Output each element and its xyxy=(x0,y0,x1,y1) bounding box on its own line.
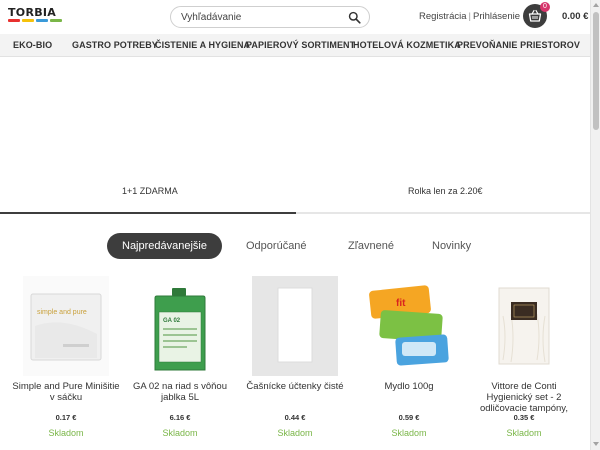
cart-count-badge: 0 xyxy=(540,2,550,12)
logo-text: TORBIA xyxy=(8,6,57,19)
scroll-down-arrow-icon[interactable] xyxy=(593,442,599,446)
slide-tab-2[interactable]: Rolka len za 2.20€ xyxy=(408,186,483,196)
tab-najpredavanejsie[interactable]: Najpredávanejšie xyxy=(107,233,222,259)
main-nav: EKO-BIO GASTRO POTREBY ČISTENIE A HYGIEN… xyxy=(0,34,590,57)
account-separator: | xyxy=(468,11,471,22)
nav-item-hotelova-kozmetika[interactable]: HOTELOVÁ KOZMETIKA xyxy=(353,40,461,50)
stock-status: Skladom xyxy=(162,428,198,438)
logo-bar-red xyxy=(8,19,20,22)
nav-item-papierovy-sortiment[interactable]: PAPIEROVÝ SORTIMENT xyxy=(246,40,355,50)
product-image[interactable]: simple and pure xyxy=(23,276,109,376)
product-image[interactable]: fit xyxy=(366,276,452,376)
product-image[interactable] xyxy=(481,276,567,376)
sachet-brand-text: simple and pure xyxy=(37,309,87,316)
stock-status: Skladom xyxy=(391,428,427,438)
page-scrollbar[interactable] xyxy=(590,0,600,450)
product-image[interactable] xyxy=(252,276,338,376)
stock-status: Skladom xyxy=(48,428,84,438)
nav-item-cistenie-a-hygiena[interactable]: ČISTENIE A HYGIENA xyxy=(155,40,250,50)
logo-bar-blue xyxy=(36,19,48,22)
product-name[interactable]: Vittore de Conti Hygienický set - 2 odli… xyxy=(470,381,578,414)
canister-label-text: GA 02 xyxy=(163,318,181,324)
product-name[interactable]: Simple and Pure Minišitie v sáčku xyxy=(12,381,120,403)
product-name[interactable]: Čašnícke účtenky čisté xyxy=(241,381,349,392)
hygiene-set-image xyxy=(481,276,567,376)
nav-item-gastro-potreby[interactable]: GASTRO POTREBY xyxy=(72,40,158,50)
cart-total[interactable]: 0.00 € xyxy=(562,11,588,22)
search-icon[interactable] xyxy=(348,11,361,24)
nav-item-eko-bio[interactable]: EKO-BIO xyxy=(13,40,52,50)
canister-image: GA 02 xyxy=(137,276,223,376)
banner-slider: 1+1 ZDARMA Rolka len za 2.20€ xyxy=(0,57,590,214)
soap-image: fit xyxy=(366,276,452,376)
slider-progress-active xyxy=(0,212,296,214)
logo-color-bars xyxy=(8,19,62,22)
logo-bar-green xyxy=(50,19,62,22)
search-box xyxy=(170,6,370,28)
account-links: Registrácia | Prihlásenie xyxy=(419,11,520,22)
stock-status: Skladom xyxy=(277,428,313,438)
site-header: TORBIA Registrácia|Prihlásenie 0 0.00 € xyxy=(0,0,590,34)
scrollbar-thumb[interactable] xyxy=(593,12,599,130)
product-price: 0.59 € xyxy=(398,413,420,422)
register-link[interactable]: Registrácia xyxy=(419,11,467,22)
tab-odporucane[interactable]: Odporúčané xyxy=(246,233,307,259)
product-price: 0.35 € xyxy=(513,413,535,422)
scroll-up-arrow-icon[interactable] xyxy=(593,3,599,7)
product-price: 6.16 € xyxy=(169,413,191,422)
product-image[interactable]: GA 02 xyxy=(137,276,223,376)
receipt-pad-image xyxy=(252,276,338,376)
nav-item-prevonanie-priestorov[interactable]: PREVOŇANIE PRIESTOROV xyxy=(457,40,580,50)
cart-button[interactable]: 0 xyxy=(523,2,550,28)
soap-brand-text: fit xyxy=(396,298,406,309)
search-input[interactable] xyxy=(181,10,341,25)
product-name[interactable]: Mydlo 100g xyxy=(355,381,463,392)
login-link[interactable]: Prihlásenie xyxy=(473,11,520,22)
slide-tab-1[interactable]: 1+1 ZDARMA xyxy=(122,186,178,196)
stock-status: Skladom xyxy=(506,428,542,438)
logo-bar-yellow xyxy=(22,19,34,22)
product-price: 0.44 € xyxy=(284,413,306,422)
product-price: 0.17 € xyxy=(55,413,77,422)
sachet-image: simple and pure xyxy=(23,276,109,376)
logo[interactable]: TORBIA xyxy=(8,6,64,24)
tab-zlavnene[interactable]: Zľavnené xyxy=(348,233,394,259)
tab-novinky[interactable]: Novinky xyxy=(432,233,471,259)
product-name[interactable]: GA 02 na riad s vôňou jablka 5L xyxy=(126,381,234,403)
